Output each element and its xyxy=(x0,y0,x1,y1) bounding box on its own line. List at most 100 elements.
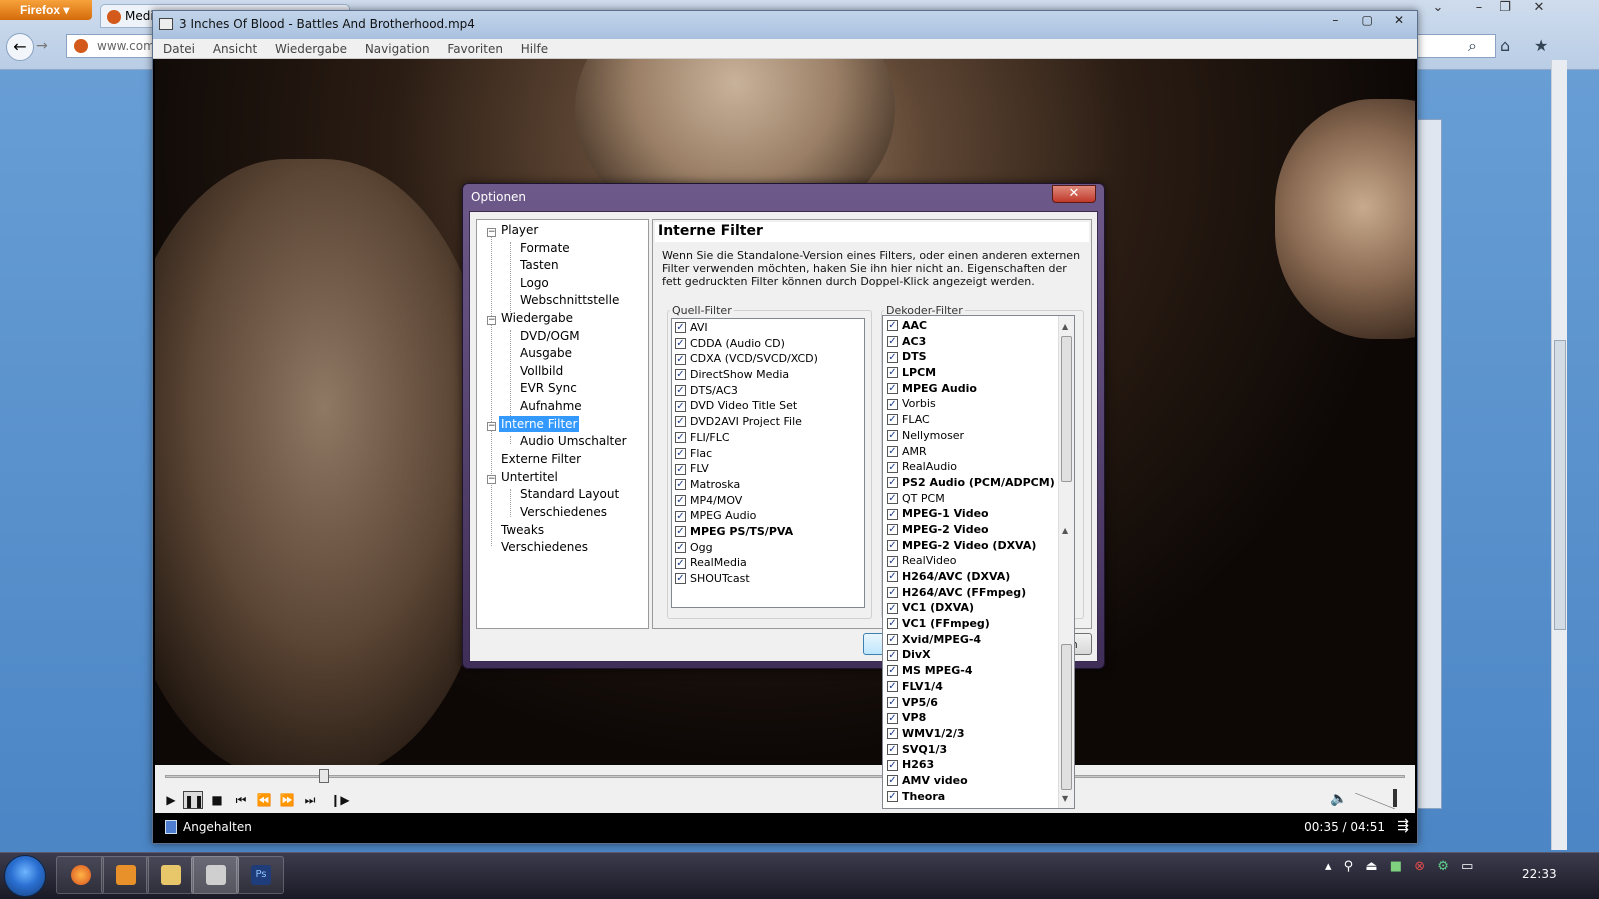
tray-green-icon[interactable]: ■ xyxy=(1390,859,1402,874)
tree-item-logo[interactable]: Logo xyxy=(520,275,549,291)
tray-monitor-icon[interactable]: ▭ xyxy=(1461,859,1473,874)
tree-item-vollbild[interactable]: Vollbild xyxy=(520,363,563,379)
decoder-filter-item[interactable]: ✓ MPEG-2 Video (DXVA) xyxy=(884,538,1058,554)
decoder-filter-item[interactable]: ✓ WMV1/2/3 xyxy=(884,726,1058,742)
checkbox-checked-icon[interactable]: ✓ xyxy=(887,681,898,693)
checkbox-checked-icon[interactable]: ✓ xyxy=(675,338,686,350)
source-filter-item[interactable]: ✓ MPEG Audio xyxy=(672,508,864,524)
checkbox-checked-icon[interactable]: ✓ xyxy=(887,712,898,724)
fast-forward-icon[interactable]: ⏩ xyxy=(277,791,297,809)
source-filter-item[interactable]: ✓ MPEG PS/TS/PVA xyxy=(672,524,864,540)
menu-favoriten[interactable]: Favoriten xyxy=(447,42,503,56)
menu-ansicht[interactable]: Ansicht xyxy=(213,42,257,56)
decoder-filter-item[interactable]: ✓ Vorbis xyxy=(884,396,1058,412)
decoder-filter-list[interactable]: ✓ AAC ✓ AC3 ✓ DTS ✓ LPCM ✓ MPEG Audio ✓ Vorbis ✓ FLAC… xyxy=(882,315,1075,809)
checkbox-checked-icon[interactable]: ✓ xyxy=(675,463,686,475)
close-icon[interactable]: ✕ xyxy=(1052,185,1096,203)
menu-hilfe[interactable]: Hilfe xyxy=(521,42,548,56)
source-filter-item[interactable]: ✓ DirectShow Media xyxy=(672,367,864,383)
checkbox-checked-icon[interactable]: ✓ xyxy=(887,320,898,332)
frame-step-icon[interactable]: ❙▶ xyxy=(330,791,350,809)
tray-app-icon[interactable]: ⚙ xyxy=(1437,859,1449,874)
tree-item-dvd-ogm[interactable]: DVD/OGM xyxy=(520,328,580,344)
checkbox-checked-icon[interactable]: ✓ xyxy=(675,432,686,444)
checkbox-checked-icon[interactable]: ✓ xyxy=(675,479,686,491)
clock[interactable]: 22:33 xyxy=(1522,867,1557,881)
stop-icon[interactable]: ■ xyxy=(207,791,227,809)
maximize-icon[interactable]: ▢ xyxy=(1353,13,1381,31)
checkbox-checked-icon[interactable]: ✓ xyxy=(887,634,898,646)
tray-expand-icon[interactable]: ▴ xyxy=(1325,859,1332,874)
collapse-icon[interactable]: − xyxy=(487,422,496,431)
decoder-filter-item[interactable]: ✓ LPCM xyxy=(884,365,1058,381)
decoder-filter-item[interactable]: ✓ DTS xyxy=(884,349,1058,365)
checkbox-checked-icon[interactable]: ✓ xyxy=(887,728,898,740)
taskbar-mpc[interactable] xyxy=(191,856,239,894)
tree-item-tweaks[interactable]: Tweaks xyxy=(501,522,544,538)
chevron-down-icon[interactable]: ⌄ xyxy=(1425,0,1451,18)
tray-network-icon[interactable]: ⚲ xyxy=(1344,859,1354,874)
decoder-filter-item[interactable]: ✓ VC1 (DXVA) xyxy=(884,600,1058,616)
checkbox-checked-icon[interactable]: ✓ xyxy=(887,571,898,583)
tray-red-icon[interactable]: ⊗ xyxy=(1414,859,1425,874)
decoder-filter-item[interactable]: ✓ MS MPEG-4 xyxy=(884,663,1058,679)
source-filter-item[interactable]: ✓ FLI/FLC xyxy=(672,430,864,446)
scroll-thumb[interactable] xyxy=(1061,644,1072,790)
checkbox-checked-icon[interactable]: ✓ xyxy=(675,400,686,412)
decoder-filter-item[interactable]: ✓ MPEG-1 Video xyxy=(884,506,1058,522)
search-icon[interactable]: ⌕ xyxy=(1468,36,1477,56)
firefox-scrollbar[interactable] xyxy=(1551,60,1567,850)
checkbox-checked-icon[interactable]: ✓ xyxy=(887,398,898,410)
checkbox-checked-icon[interactable]: ✓ xyxy=(887,649,898,661)
checkbox-checked-icon[interactable]: ✓ xyxy=(887,383,898,395)
decoder-scrollbar[interactable]: ▲ ▲ ▼ xyxy=(1058,316,1074,808)
checkbox-checked-icon[interactable]: ✓ xyxy=(675,573,686,585)
checkbox-checked-icon[interactable]: ✓ xyxy=(887,477,898,489)
tree-item-tasten[interactable]: Tasten xyxy=(520,257,559,273)
checkbox-checked-icon[interactable]: ✓ xyxy=(887,461,898,473)
pause-icon[interactable]: ❚❚ xyxy=(183,791,204,809)
tree-item-audio-umschalter[interactable]: Audio Umschalter xyxy=(520,433,627,449)
bookmark-icon[interactable]: ★ xyxy=(1534,36,1548,55)
source-filter-item[interactable]: ✓ SHOUTcast xyxy=(672,571,864,587)
checkbox-checked-icon[interactable]: ✓ xyxy=(887,336,898,348)
decoder-filter-item[interactable]: ✓ AAC xyxy=(884,318,1058,334)
minimize-icon[interactable]: – xyxy=(1321,13,1349,31)
source-filter-item[interactable]: ✓ RealMedia xyxy=(672,555,864,571)
tree-item-standard-layout[interactable]: Standard Layout xyxy=(520,486,619,502)
checkbox-checked-icon[interactable]: ✓ xyxy=(887,492,898,504)
volume-knob[interactable] xyxy=(1393,789,1397,807)
checkbox-checked-icon[interactable]: ✓ xyxy=(887,539,898,551)
minimize-icon[interactable]: – xyxy=(1466,0,1492,18)
menu-navigation[interactable]: Navigation xyxy=(365,42,430,56)
decoder-filter-item[interactable]: ✓ MPEG-2 Video xyxy=(884,522,1058,538)
checkbox-checked-icon[interactable]: ✓ xyxy=(675,385,686,397)
decoder-filter-item[interactable]: ✓ MPEG Audio xyxy=(884,381,1058,397)
seek-knob[interactable] xyxy=(319,769,329,783)
decoder-filter-item[interactable]: ✓ H264/AVC (FFmpeg) xyxy=(884,585,1058,601)
checkbox-checked-icon[interactable]: ✓ xyxy=(887,759,898,771)
collapse-icon[interactable]: − xyxy=(487,228,496,237)
firefox-menu-button[interactable]: Firefox ▾ xyxy=(0,0,92,20)
source-filter-item[interactable]: ✓ Ogg xyxy=(672,540,864,556)
decoder-filter-item[interactable]: ✓ FLAC xyxy=(884,412,1058,428)
decoder-filter-item[interactable]: ✓ AMV video xyxy=(884,773,1058,789)
decoder-filter-item[interactable]: ✓ RealVideo xyxy=(884,553,1058,569)
checkbox-checked-icon[interactable]: ✓ xyxy=(675,510,686,522)
taskbar-photoshop[interactable]: Ps xyxy=(236,856,284,894)
tree-item-aufnahme[interactable]: Aufnahme xyxy=(520,398,582,414)
checkbox-checked-icon[interactable]: ✓ xyxy=(887,665,898,677)
checkbox-checked-icon[interactable]: ✓ xyxy=(675,416,686,428)
source-filter-item[interactable]: ✓ DTS/AC3 xyxy=(672,383,864,399)
decoder-filter-item[interactable]: ✓ Xvid/MPEG-4 xyxy=(884,632,1058,648)
taskbar-media-player[interactable] xyxy=(101,856,149,894)
checkbox-checked-icon[interactable]: ✓ xyxy=(887,587,898,599)
checkbox-checked-icon[interactable]: ✓ xyxy=(887,618,898,630)
decoder-filter-item[interactable]: ✓ PS2 Audio (PCM/ADPCM) xyxy=(884,475,1058,491)
source-filter-item[interactable]: ✓ Matroska xyxy=(672,477,864,493)
checkbox-checked-icon[interactable]: ✓ xyxy=(675,369,686,381)
close-icon[interactable]: ✕ xyxy=(1385,13,1413,31)
tree-item-webschnittstelle[interactable]: Webschnittstelle xyxy=(520,292,619,308)
tree-item-verschiedenes[interactable]: Verschiedenes xyxy=(501,539,588,555)
checkbox-checked-icon[interactable]: ✓ xyxy=(675,447,686,459)
